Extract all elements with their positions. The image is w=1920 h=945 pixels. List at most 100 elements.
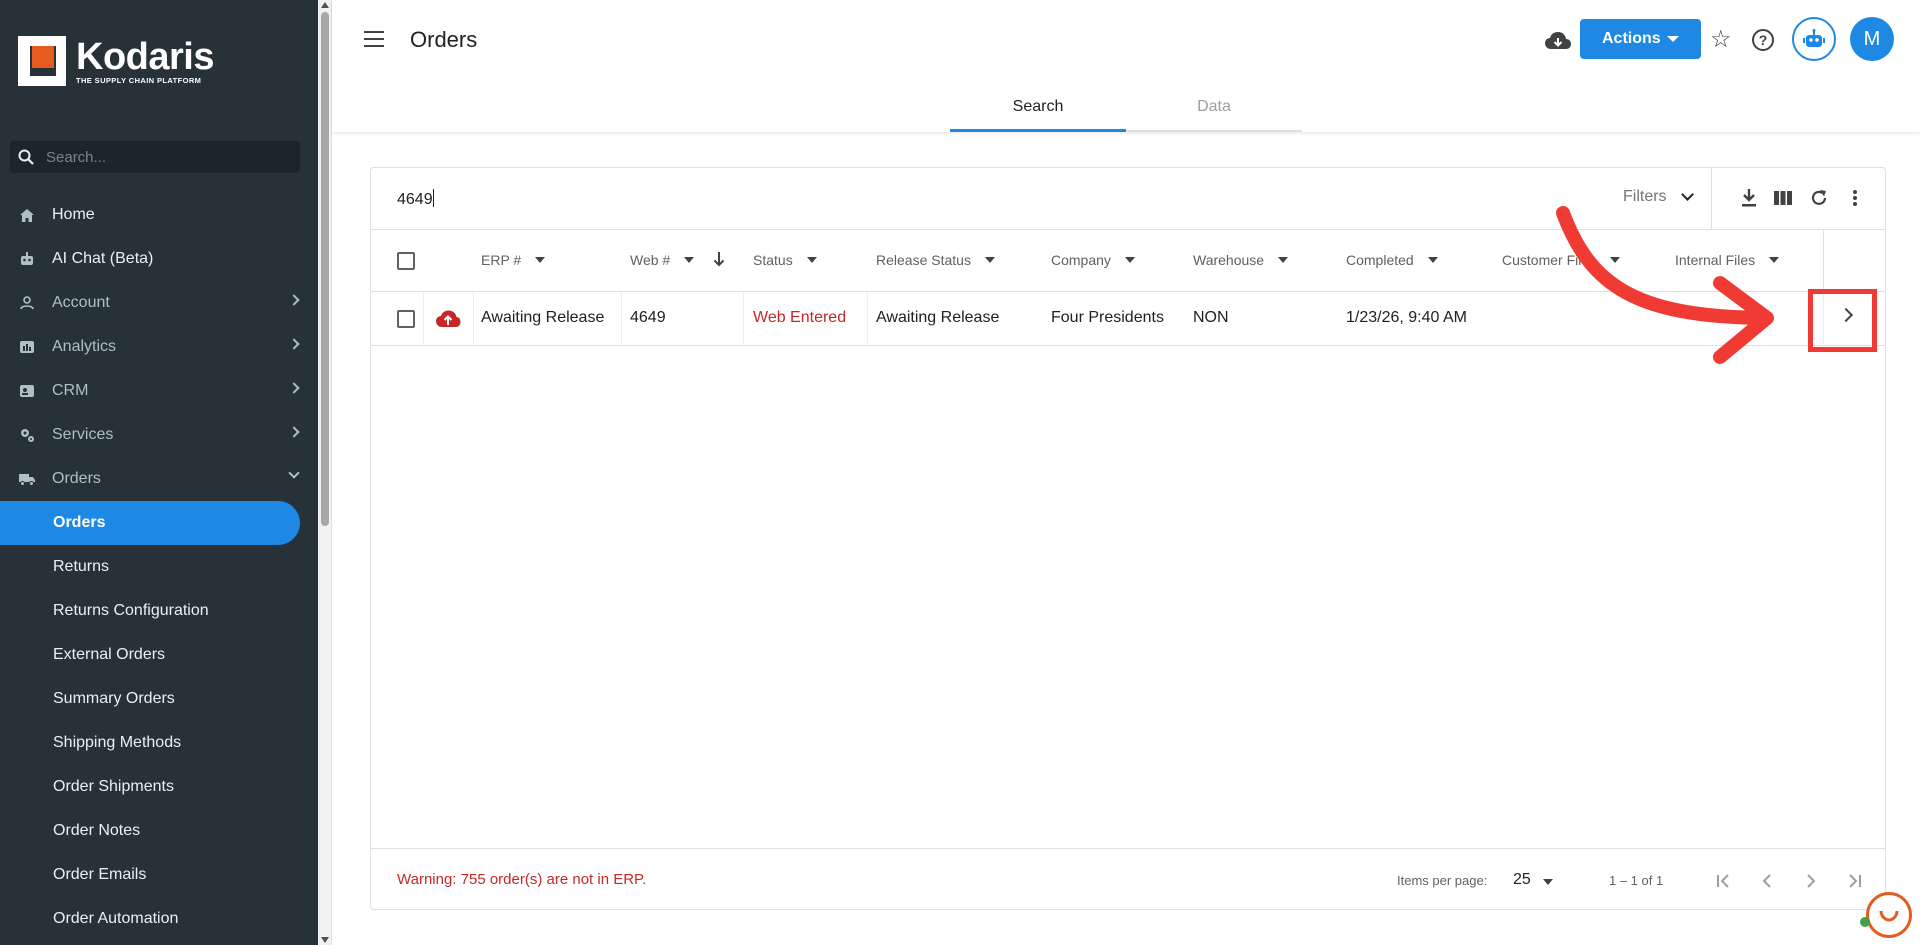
tab-data[interactable]: Data <box>1126 84 1302 132</box>
filters-button[interactable]: Filters <box>1623 188 1667 206</box>
next-page-icon[interactable] <box>1799 869 1823 893</box>
chevron-down-icon[interactable] <box>1681 188 1694 201</box>
sidebar-item-label: CRM <box>52 382 89 399</box>
sidebar-item-label: Home <box>52 206 95 223</box>
caret-down-icon[interactable] <box>1543 879 1553 885</box>
actions-button[interactable]: Actions <box>1580 19 1701 59</box>
sidebar-subitem-order-notes[interactable]: Order Notes <box>0 809 318 853</box>
sort-descending-icon[interactable] <box>713 251 725 267</box>
column-header-release-status[interactable]: Release Status <box>876 252 995 268</box>
sidebar-subitem-label: Returns Configuration <box>53 602 209 619</box>
column-header-erp[interactable]: ERP # <box>481 252 546 268</box>
cloud-download-icon[interactable] <box>1544 30 1572 52</box>
tab-bar: Search Data <box>950 84 1302 132</box>
sidebar-nav: Home AI Chat (Beta) Account Analytics CR… <box>0 193 318 941</box>
annotation-highlight-box <box>1808 289 1877 352</box>
person-icon <box>18 294 36 312</box>
scroll-down-arrow-icon[interactable] <box>321 937 329 943</box>
sidebar-subitem-returns[interactable]: Returns <box>0 545 318 589</box>
caret-down-icon[interactable] <box>535 257 546 263</box>
cell-warehouse: NON <box>1193 309 1229 326</box>
kodaris-logo[interactable]: Kodaris THE SUPPLY CHAIN PLATFORM <box>18 36 214 86</box>
avatar[interactable]: M <box>1850 17 1894 61</box>
column-header-completed[interactable]: Completed <box>1346 252 1438 268</box>
column-header-label: Web # <box>630 252 671 268</box>
sidebar: Kodaris THE SUPPLY CHAIN PLATFORM Search… <box>0 0 318 945</box>
menu-icon[interactable] <box>364 31 384 47</box>
last-page-icon[interactable] <box>1843 869 1867 893</box>
sidebar-item-crm[interactable]: CRM <box>0 369 318 413</box>
caret-down-icon[interactable] <box>984 257 995 263</box>
caret-down-icon[interactable] <box>1278 257 1289 263</box>
more-vert-icon[interactable] <box>1843 186 1867 210</box>
column-header-label: ERP # <box>481 252 522 268</box>
column-header-company[interactable]: Company <box>1051 252 1135 268</box>
star-icon[interactable]: ☆ <box>1710 28 1732 52</box>
orders-search-input[interactable]: 4649 <box>397 189 434 209</box>
tab-search[interactable]: Search <box>950 84 1126 132</box>
sidebar-item-services[interactable]: Services <box>0 413 318 457</box>
table-footer: Warning: 755 order(s) are not in ERP. It… <box>371 848 1885 910</box>
scrollbar-thumb[interactable] <box>321 12 329 526</box>
support-chat-button[interactable] <box>1866 892 1912 938</box>
cell-web-number: 4649 <box>630 309 666 326</box>
sidebar-subitem-order-automation[interactable]: Order Automation <box>0 897 318 941</box>
robot-icon <box>18 250 36 268</box>
caret-down-icon[interactable] <box>806 257 817 263</box>
previous-page-icon[interactable] <box>1755 869 1779 893</box>
column-divider <box>1823 230 1824 292</box>
sidebar-item-analytics[interactable]: Analytics <box>0 325 318 369</box>
sidebar-subitem-orders[interactable]: Orders <box>0 501 300 545</box>
sidebar-search-input[interactable]: Search... <box>10 141 300 173</box>
sidebar-subitem-order-emails[interactable]: Order Emails <box>0 853 318 897</box>
sidebar-subitem-returns-configuration[interactable]: Returns Configuration <box>0 589 318 633</box>
chevron-down-icon <box>288 467 300 479</box>
sidebar-item-orders[interactable]: Orders <box>0 457 318 501</box>
sidebar-item-home[interactable]: Home <box>0 193 318 237</box>
sidebar-scrollbar[interactable] <box>318 0 332 945</box>
sidebar-subitem-summary-orders[interactable]: Summary Orders <box>0 677 318 721</box>
page-header: Orders Actions ☆ ? M Search Data <box>332 0 1920 132</box>
column-header-web[interactable]: Web # <box>630 252 695 268</box>
sidebar-subitem-order-shipments[interactable]: Order Shipments <box>0 765 318 809</box>
cell-erp: Awaiting Release <box>481 309 605 326</box>
sidebar-subitem-label: Order Shipments <box>53 778 174 795</box>
scroll-up-arrow-icon[interactable] <box>321 2 329 8</box>
refresh-icon[interactable] <box>1807 186 1831 210</box>
logo-tagline: THE SUPPLY CHAIN PLATFORM <box>76 75 202 85</box>
chat-icon <box>1879 910 1899 922</box>
column-header-warehouse[interactable]: Warehouse <box>1193 252 1289 268</box>
sidebar-subitem-label: Shipping Methods <box>53 734 182 751</box>
actions-button-label: Actions <box>1602 30 1661 47</box>
column-divider <box>473 292 474 346</box>
cell-completed: 1/23/26, 9:40 AM <box>1346 309 1467 326</box>
chevron-right-icon <box>288 338 300 350</box>
chevron-right-icon <box>288 294 300 306</box>
help-icon[interactable]: ? <box>1752 29 1774 51</box>
sidebar-item-label: Orders <box>52 470 101 487</box>
ai-assistant-button[interactable] <box>1792 17 1836 61</box>
first-page-icon[interactable] <box>1711 869 1735 893</box>
home-icon <box>18 206 36 224</box>
sidebar-subitem-external-orders[interactable]: External Orders <box>0 633 318 677</box>
chevron-right-icon <box>288 382 300 394</box>
sidebar-subitem-label: Order Notes <box>53 822 141 839</box>
row-checkbox[interactable] <box>397 310 415 328</box>
sidebar-item-ai-chat[interactable]: AI Chat (Beta) <box>0 237 318 281</box>
caret-down-icon[interactable] <box>1124 257 1135 263</box>
items-per-page-select[interactable]: 25 <box>1513 871 1531 889</box>
column-header-status[interactable]: Status <box>753 252 817 268</box>
sidebar-item-label: Account <box>52 294 110 311</box>
caret-down-icon[interactable] <box>1427 257 1438 263</box>
cell-company: Four Presidents <box>1051 309 1164 326</box>
cell-release-status: Awaiting Release <box>876 309 1000 326</box>
sidebar-item-label: Services <box>52 426 114 443</box>
select-all-checkbox[interactable] <box>397 252 415 270</box>
cloud-upload-icon[interactable] <box>435 309 461 329</box>
sidebar-subitem-shipping-methods[interactable]: Shipping Methods <box>0 721 318 765</box>
caret-down-icon[interactable] <box>684 257 695 263</box>
sidebar-item-account[interactable]: Account <box>0 281 318 325</box>
sidebar-item-label: Analytics <box>52 338 117 355</box>
cell-status: Web Entered <box>753 309 847 326</box>
online-status-dot <box>1860 917 1870 927</box>
